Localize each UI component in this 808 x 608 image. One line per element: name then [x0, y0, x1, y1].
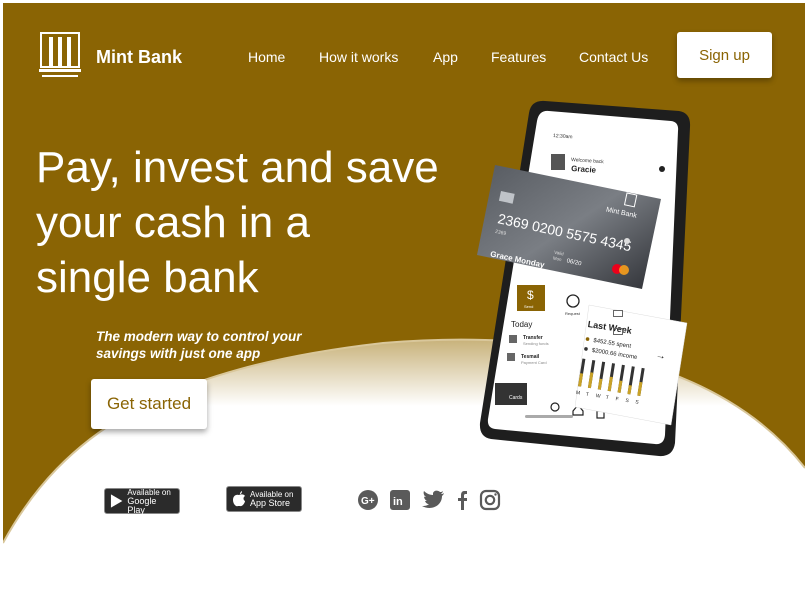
facebook-icon[interactable]: [455, 489, 469, 511]
signup-button[interactable]: Sign up: [677, 32, 772, 78]
hero-line-3: single bank: [36, 253, 259, 302]
hero-heading: Pay, invest and save your cash in a sing…: [36, 140, 486, 305]
hero-line-1: Pay, invest and save: [36, 143, 439, 192]
instagram-icon[interactable]: [479, 489, 501, 511]
phone-send: Send: [524, 304, 533, 309]
hero-subtitle-line-1: The modern way to control your: [96, 329, 302, 344]
arrow-right-icon[interactable]: →: [655, 350, 667, 362]
bank-card: 2369 0200 5575 4345 2369 Grace Monday Va…: [477, 165, 661, 289]
social-links: G+ in: [357, 489, 501, 511]
hero-subtitle: The modern way to control your savings w…: [96, 328, 326, 362]
nav-app[interactable]: App: [433, 49, 458, 65]
google-badge-bottom: Google Play: [127, 495, 157, 515]
app-store-badge[interactable]: Available on App Store: [226, 486, 302, 512]
nav-how-it-works[interactable]: How it works: [319, 49, 398, 65]
contactless-icon: [624, 238, 630, 244]
nav-contact-us[interactable]: Contact Us: [579, 49, 648, 65]
tx2-sub: Payment Card: [521, 360, 547, 365]
hero-subtitle-line-2: savings with just one app: [96, 346, 261, 361]
google-play-badge[interactable]: Available on Google Play: [104, 488, 180, 514]
tx1-sub: Sending funds: [523, 341, 549, 346]
card-stack-indicator: [613, 304, 633, 335]
nav-features[interactable]: Features: [491, 49, 546, 65]
play-icon: [110, 494, 123, 508]
svg-text:in: in: [393, 496, 403, 508]
phone-today: Today: [511, 320, 532, 329]
get-started-button[interactable]: Get started: [91, 379, 207, 429]
home-indicator: [525, 415, 573, 418]
apple-icon: [233, 491, 245, 507]
last-week-card: Last Week $452.55 spent $2000.66 income …: [575, 304, 688, 426]
linkedin-icon[interactable]: in: [389, 489, 411, 511]
brand-name[interactable]: Mint Bank: [96, 47, 182, 68]
google-plus-icon[interactable]: G+: [357, 489, 379, 511]
hero-line-2: your cash in a: [36, 198, 310, 247]
bank-logo[interactable]: [39, 31, 81, 81]
nav-home[interactable]: Home: [248, 49, 285, 65]
cards-tab[interactable]: [495, 383, 527, 405]
page-background: Mint Bank Home How it works App Features…: [3, 3, 805, 605]
transfer-icon: [509, 335, 517, 343]
twitter-icon[interactable]: [421, 489, 445, 511]
tesmail-icon: [507, 353, 515, 361]
svg-text:G+: G+: [361, 496, 375, 507]
phone-cards: Cards: [509, 395, 523, 401]
apple-badge-bottom: App Store: [250, 498, 291, 508]
